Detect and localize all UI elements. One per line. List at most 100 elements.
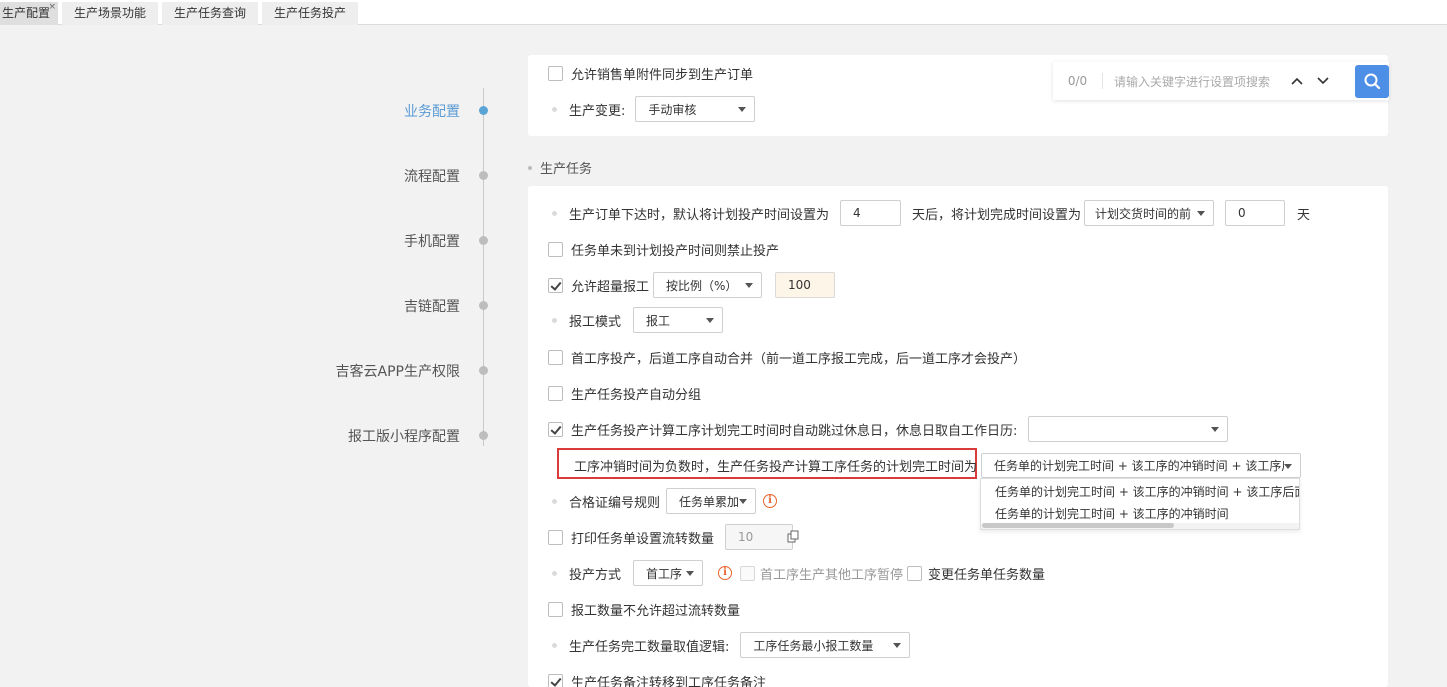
auto-group-checkbox[interactable] [548, 386, 563, 401]
production-change-value: 手动审核 [648, 102, 697, 117]
tab-close-icon[interactable]: × [48, 0, 56, 18]
bullet-icon [528, 165, 532, 170]
print-flow-qty-value: 10 [738, 530, 754, 544]
forbid-early-launch-label: 任务单未到计划投产时间则禁止投产 [571, 244, 780, 259]
finish-time-label: 天后，将计划完成时间设置为 [912, 207, 1082, 223]
nav-dot [479, 171, 488, 180]
auto-merge-option[interactable]: 首工序投产，后道工序自动合并（前一道工序报工完成，后一道工序才会投产） [548, 348, 1026, 367]
chevron-up-icon[interactable] [1284, 73, 1310, 89]
default-launch-time-label: 生产订单下达时，默认将计划投产时间设置为 [569, 207, 830, 223]
section-title: 生产任务 [540, 162, 593, 177]
chevron-down-icon [1284, 464, 1292, 469]
bullet-icon [552, 498, 557, 504]
forbid-early-launch-checkbox[interactable] [548, 242, 563, 257]
sync-attachment-checkbox[interactable] [548, 66, 563, 81]
print-flow-qty-checkbox[interactable] [548, 529, 563, 545]
production-change-select[interactable]: 手动审核 [635, 96, 756, 122]
search-button[interactable] [1355, 65, 1389, 98]
tab-scene-functions[interactable]: 生产场景功能 [62, 2, 159, 25]
tab-label: 生产配置 [2, 6, 51, 20]
chevron-down-icon [738, 107, 747, 112]
bullet-icon [552, 642, 557, 648]
finish-time-select[interactable]: 计划交货时间的前 [1084, 200, 1215, 226]
settings-search-bar: 0/0 请输入关键字进行设置项搜索 [1053, 62, 1389, 100]
print-flow-qty-input[interactable]: 10 [725, 524, 799, 550]
over-report-checkbox[interactable] [548, 277, 563, 293]
change-task-qty-checkbox[interactable] [907, 565, 923, 581]
skip-holidays-checkbox[interactable] [548, 421, 563, 437]
transfer-remark-label: 生产任务备注转移到工序任务备注 [571, 676, 767, 687]
skip-holidays-row: 生产任务投产计算工序计划完工时间时自动跳过休息日，休息日取自工作日历: [548, 416, 1229, 442]
default-launch-time-row: 生产订单下达时，默认将计划投产时间设置为 4 天后，将计划完成时间设置为 计划交… [548, 200, 1310, 226]
completion-qty-logic-select[interactable]: 工序任务最小报工数量 [740, 632, 911, 658]
over-report-ratio-input[interactable]: 100 [775, 272, 836, 298]
search-match-count: 0/0 [1053, 73, 1103, 89]
negative-offset-value: 任务单的计划完工时间 + 该工序的冲销时间 + 该工序后 [994, 459, 1284, 473]
chevron-down-icon [706, 318, 715, 323]
pause-other-steps-checkbox[interactable] [740, 565, 756, 581]
work-calendar-select[interactable] [1028, 416, 1229, 442]
launch-mode-label: 投产方式 [569, 567, 622, 583]
nav-item-mobile-config[interactable]: 手机配置 [404, 231, 460, 251]
tab-task-query[interactable]: 生产任务查询 [162, 2, 259, 25]
over-report-row: 允许超量报工 按比例（%） 100 [548, 272, 836, 298]
bullet-icon [552, 570, 557, 576]
tab-production-config[interactable]: 生产配置 × [0, 0, 59, 25]
certificate-rule-row: 合格证编号规则 任务单累加 i [548, 488, 778, 514]
nav-dot [479, 431, 488, 440]
nav-item-miniprogram-config[interactable]: 报工版小程序配置 [348, 426, 460, 446]
print-flow-qty-row: 打印任务单设置流转数量 10 [548, 524, 799, 550]
nav-dot [479, 301, 488, 310]
auto-group-label: 生产任务投产自动分组 [571, 388, 702, 403]
bullet-icon [552, 210, 557, 216]
chevron-down-icon[interactable] [1310, 73, 1336, 89]
info-icon[interactable]: i [718, 566, 733, 580]
transfer-remark-option[interactable]: 生产任务备注转移到工序任务备注 [548, 672, 766, 687]
nav-item-process-config[interactable]: 流程配置 [404, 166, 460, 186]
over-report-mode-select[interactable]: 按比例（%） [653, 272, 763, 298]
chevron-down-icon [1197, 211, 1206, 216]
launch-mode-row: 投产方式 首工序 i 首工序生产其他工序暂停 变更任务单任务数量 [548, 560, 1045, 586]
nav-timeline [483, 88, 484, 446]
dropdown-option[interactable]: 任务单的计划完工时间 + 该工序的冲销时间 + 该工序后面 [995, 483, 1299, 500]
tab-task-launch[interactable]: 生产任务投产 [262, 2, 359, 25]
limit-report-qty-label: 报工数量不允许超过流转数量 [571, 604, 741, 619]
launch-mode-select[interactable]: 首工序 [633, 560, 704, 586]
auto-merge-label: 首工序投产，后道工序自动合并（前一道工序报工完成，后一道工序才会投产） [571, 352, 1027, 367]
nav-dot [479, 366, 488, 375]
search-input[interactable]: 请输入关键字进行设置项搜索 [1114, 73, 1284, 90]
dropdown-option[interactable]: 任务单的计划完工时间 + 该工序的冲销时间 [995, 505, 1229, 522]
nav-dot-active [479, 106, 488, 115]
change-task-qty-label: 变更任务单任务数量 [928, 567, 1046, 583]
report-mode-select[interactable]: 报工 [633, 307, 724, 333]
auto-merge-checkbox[interactable] [548, 350, 563, 365]
pause-other-steps-label: 首工序生产其他工序暂停 [760, 567, 904, 583]
bullet-icon [552, 106, 557, 112]
finish-time-value: 计划交货时间的前 [1095, 206, 1192, 221]
horizontal-scrollbar[interactable] [981, 523, 1299, 529]
chevron-down-icon [739, 499, 748, 504]
skip-holidays-label: 生产任务投产计算工序计划完工时间时自动跳过休息日，休息日取自工作日历: [571, 423, 1018, 439]
report-mode-row: 报工模式 报工 [548, 307, 724, 333]
scrollbar-thumb[interactable] [982, 523, 1174, 528]
completion-qty-logic-row: 生产任务完工数量取值逻辑: 工序任务最小报工数量 [548, 632, 911, 658]
finish-days-input[interactable]: 0 [1225, 200, 1286, 226]
limit-report-qty-checkbox[interactable] [548, 602, 563, 617]
nav-item-business-config[interactable]: 业务配置 [404, 101, 460, 121]
certificate-rule-select[interactable]: 任务单累加 [666, 488, 757, 514]
auto-group-option[interactable]: 生产任务投产自动分组 [548, 384, 701, 403]
launch-days-input[interactable]: 4 [840, 200, 902, 226]
negative-offset-select[interactable]: 任务单的计划完工时间 + 该工序的冲销时间 + 该工序后 [981, 453, 1301, 478]
copy-icon [787, 530, 799, 543]
nav-item-app-permissions[interactable]: 吉客云APP生产权限 [336, 361, 460, 381]
chevron-down-icon [686, 571, 695, 576]
limit-report-qty-option[interactable]: 报工数量不允许超过流转数量 [548, 600, 740, 619]
over-report-mode-value: 按比例（%） [666, 278, 738, 293]
sync-attachment-option[interactable]: 允许销售单附件同步到生产订单 [548, 64, 753, 83]
info-icon[interactable]: i [763, 494, 778, 508]
transfer-remark-checkbox[interactable] [548, 674, 563, 687]
tab-bar: 生产配置 × 生产场景功能 生产任务查询 生产任务投产 [0, 0, 1447, 25]
section-production-task: 生产任务 [528, 158, 592, 177]
nav-item-jilian-config[interactable]: 吉链配置 [404, 296, 460, 316]
forbid-early-launch-option[interactable]: 任务单未到计划投产时间则禁止投产 [548, 240, 779, 259]
